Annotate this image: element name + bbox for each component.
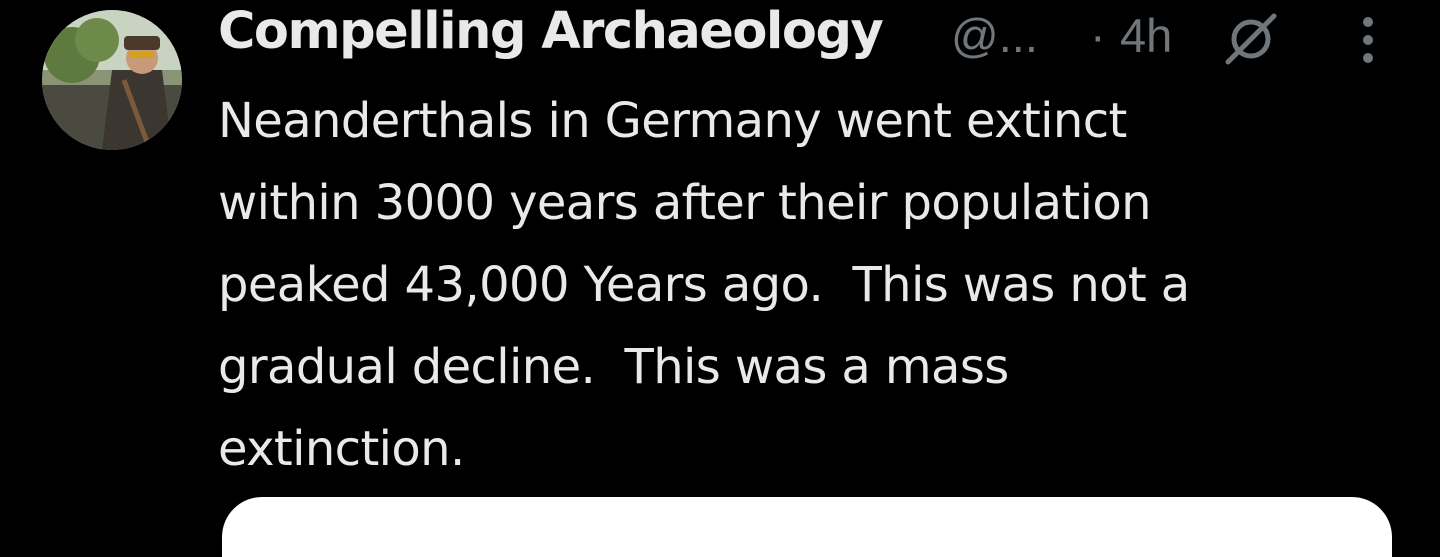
author-display-name[interactable]: Compelling Archaeology bbox=[218, 2, 884, 61]
avatar[interactable] bbox=[42, 10, 182, 150]
media-card[interactable] bbox=[222, 497, 1392, 557]
tweet-header: Compelling Archaeology @... · 4h bbox=[218, 0, 1418, 70]
more-options-icon[interactable] bbox=[1348, 14, 1388, 66]
tweet-text: Neanderthals in Germany went extinct wit… bbox=[218, 93, 1190, 477]
avatar-photo bbox=[42, 10, 182, 150]
separator-dot: · bbox=[1090, 9, 1106, 62]
tweet-timestamp[interactable]: 4h bbox=[1120, 8, 1172, 63]
author-handle[interactable]: @... bbox=[951, 8, 1038, 63]
grok-icon[interactable] bbox=[1222, 8, 1280, 66]
